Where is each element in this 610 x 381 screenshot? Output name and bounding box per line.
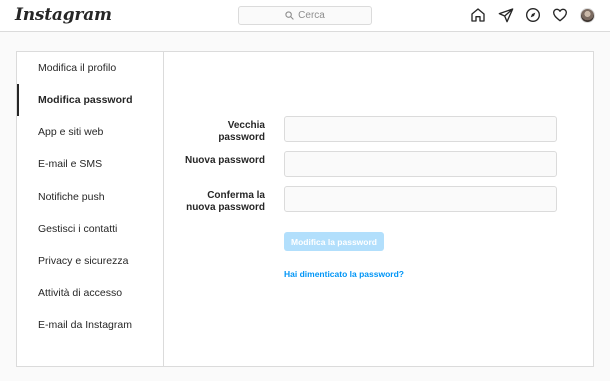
confirm-password-label-line1: Conferma la (207, 190, 265, 201)
old-password-label-line2: password (218, 132, 265, 143)
sidebar-item-login-activity[interactable]: Attività di accesso (17, 277, 163, 309)
sidebar-item-push-notifications[interactable]: Notifiche push (17, 181, 163, 213)
old-password-label-line1: Vecchia (227, 120, 265, 131)
direct-message-icon[interactable] (498, 7, 514, 23)
home-icon[interactable] (470, 7, 486, 23)
settings-panel: Modifica il profilo Modifica password Ap… (16, 51, 594, 367)
profile-avatar[interactable] (580, 8, 595, 23)
confirm-password-label: Conferma la nuova password (177, 190, 265, 214)
search-icon (285, 11, 294, 20)
heart-activity-icon[interactable] (552, 7, 568, 23)
forgot-password-link[interactable]: Hai dimenticato la password? (284, 269, 404, 279)
sidebar-item-emails-from-instagram[interactable]: E-mail da Instagram (17, 309, 163, 341)
sidebar-item-edit-profile[interactable]: Modifica il profilo (17, 52, 163, 84)
sidebar-item-privacy-security[interactable]: Privacy e sicurezza (17, 245, 163, 277)
confirm-password-label-line2: nuova password (186, 202, 265, 213)
search-box[interactable]: Cerca (238, 6, 372, 25)
search-placeholder: Cerca (298, 10, 325, 21)
sidebar-item-manage-contacts[interactable]: Gestisci i contatti (17, 213, 163, 245)
change-password-button[interactable]: Modifica la password (284, 232, 384, 251)
old-password-label: Vecchia password (177, 120, 265, 144)
sidebar-item-apps-websites[interactable]: App e siti web (17, 116, 163, 148)
settings-sidebar: Modifica il profilo Modifica password Ap… (17, 52, 164, 366)
confirm-password-input[interactable] (284, 186, 557, 212)
instagram-logo[interactable]: Instagram (15, 5, 112, 25)
top-navigation-bar: Instagram Cerca (0, 0, 610, 32)
explore-compass-icon[interactable] (525, 7, 541, 23)
new-password-input[interactable] (284, 151, 557, 177)
sidebar-item-email-sms[interactable]: E-mail e SMS (17, 148, 163, 180)
old-password-input[interactable] (284, 116, 557, 142)
sidebar-item-change-password[interactable]: Modifica password (17, 84, 163, 116)
new-password-label: Nuova password (184, 155, 265, 166)
